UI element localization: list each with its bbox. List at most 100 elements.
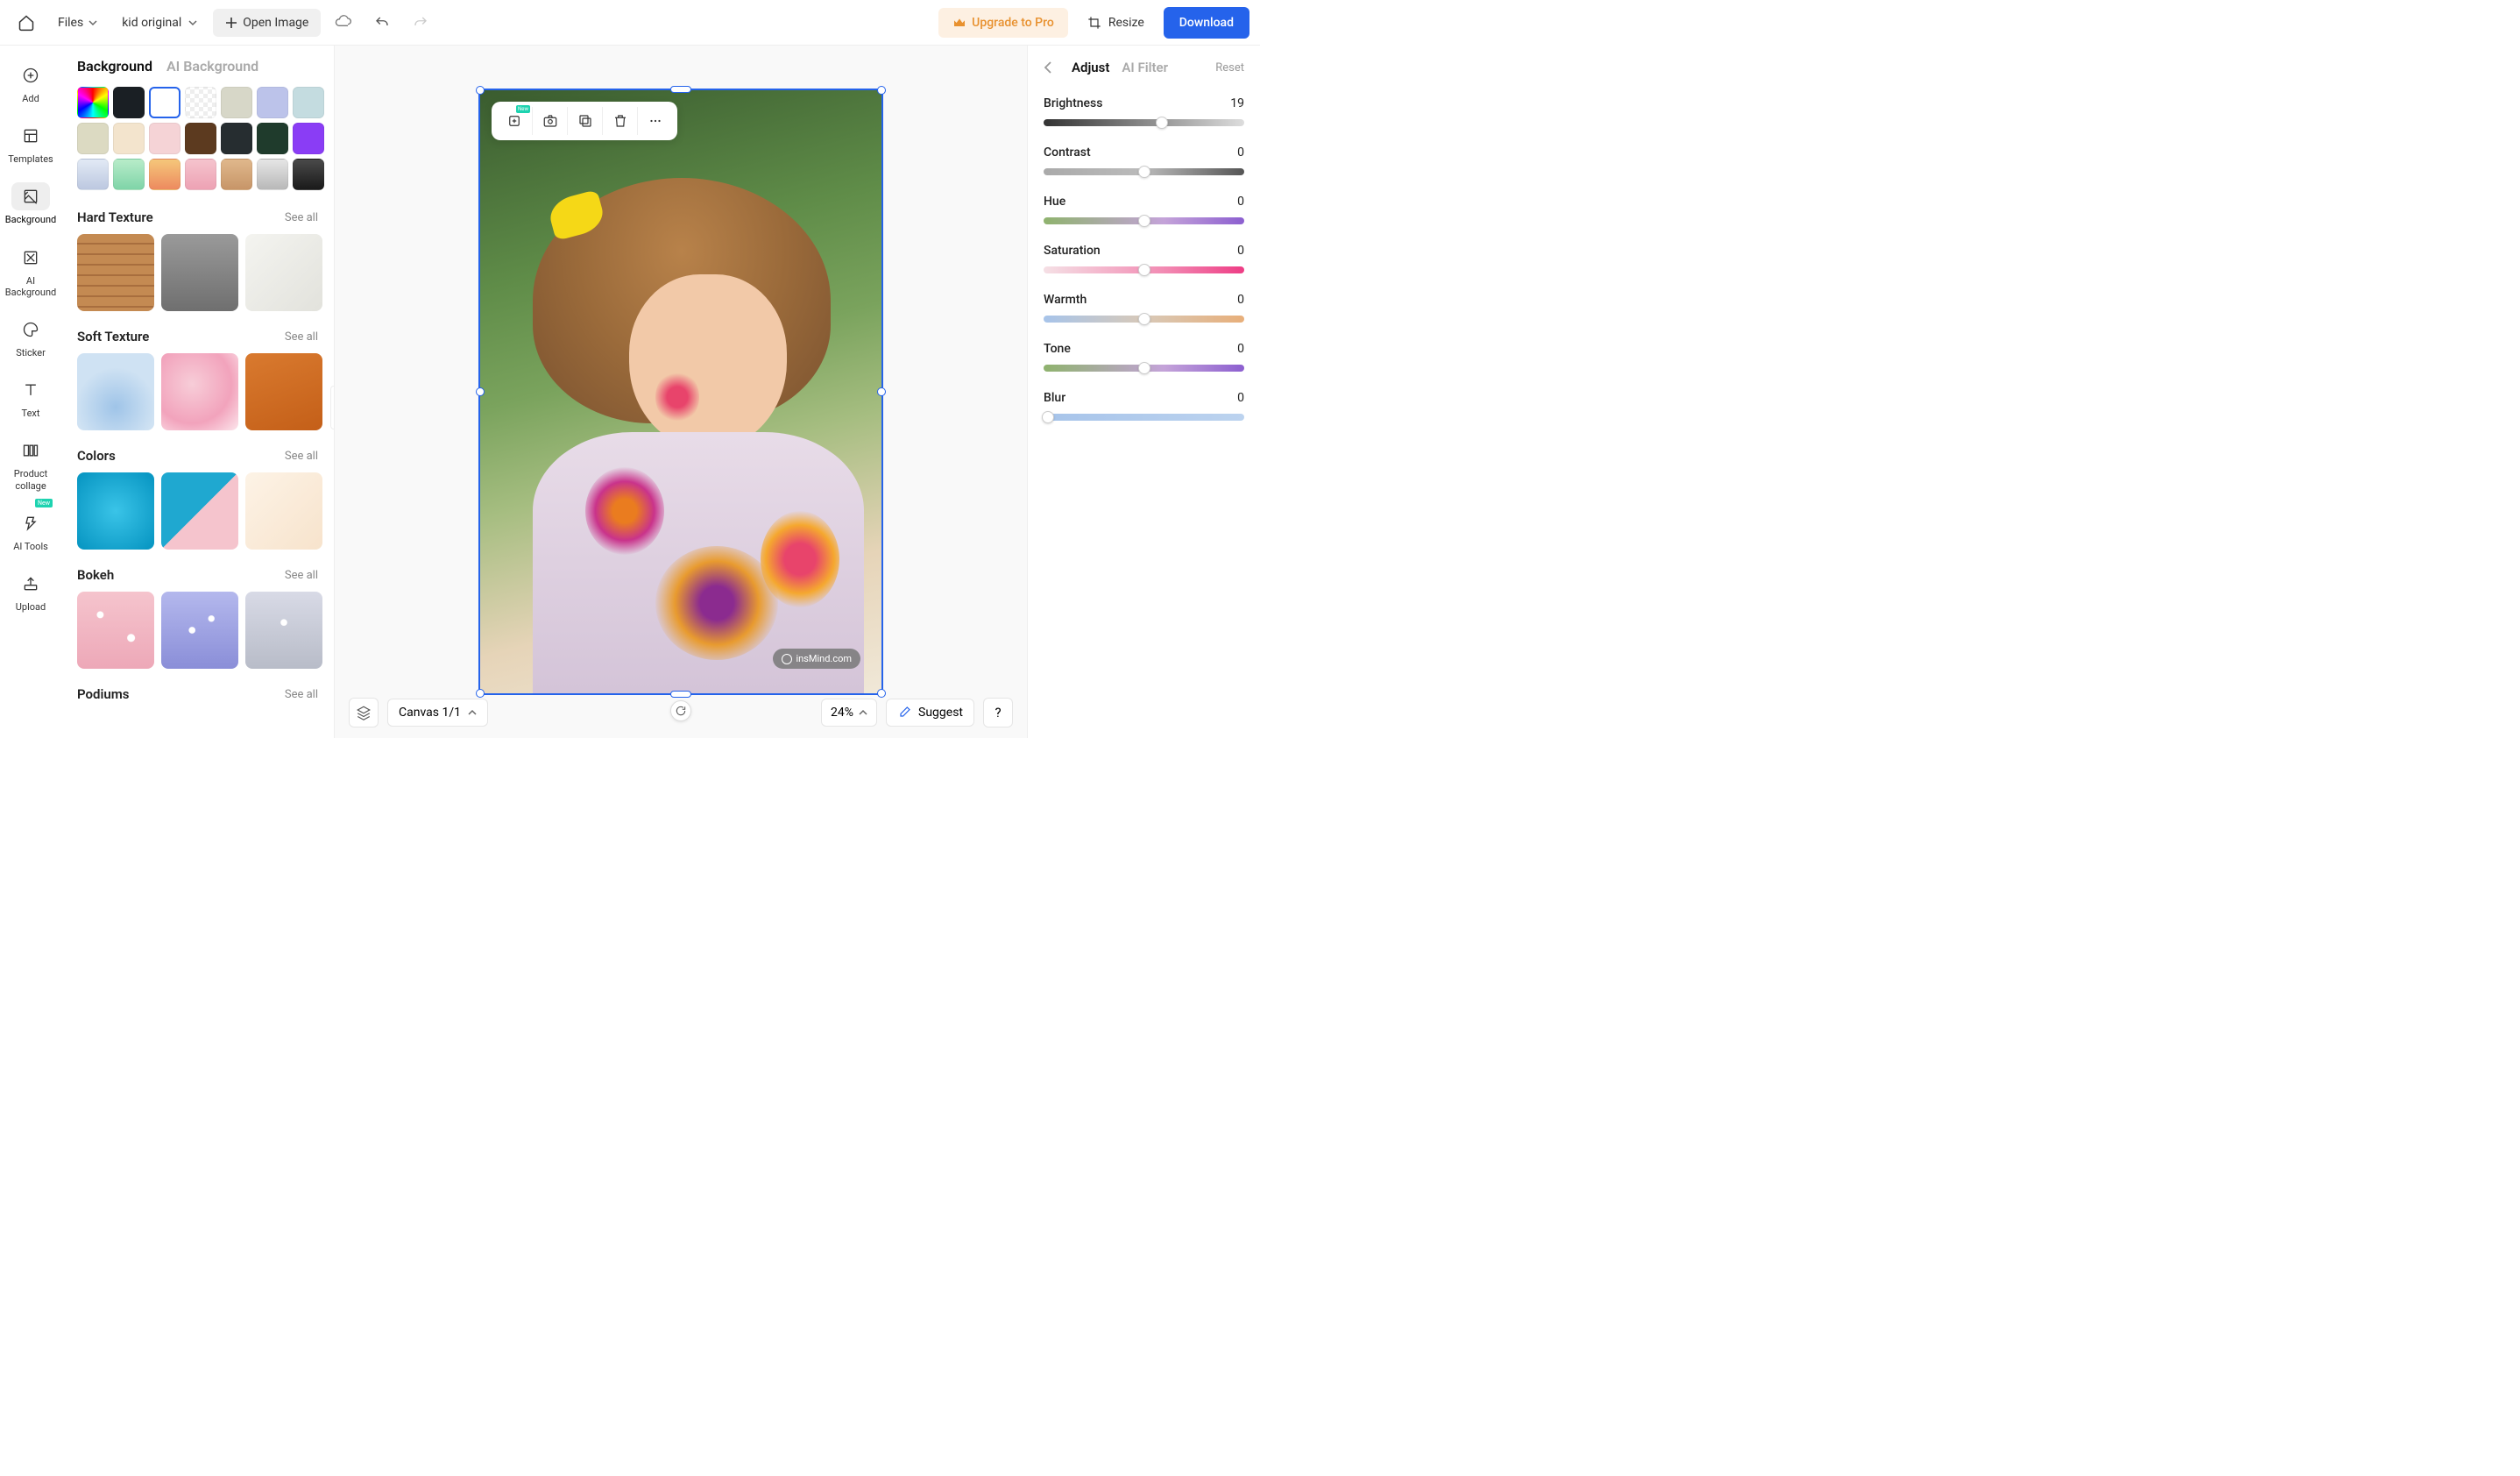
upgrade-button[interactable]: Upgrade to Pro xyxy=(938,8,1068,38)
texture-thumb[interactable] xyxy=(245,592,322,669)
color-swatch-14[interactable] xyxy=(77,159,109,190)
slider-thumb[interactable] xyxy=(1156,117,1168,129)
resize-handle-tl[interactable] xyxy=(476,86,485,95)
texture-thumb[interactable] xyxy=(161,472,238,550)
see-all-link[interactable]: See all xyxy=(285,450,318,463)
resize-handle-tr[interactable] xyxy=(877,86,886,95)
see-all-link[interactable]: See all xyxy=(285,330,318,344)
slider-track[interactable] xyxy=(1044,365,1244,372)
texture-thumb[interactable] xyxy=(77,472,154,550)
tab-adjust[interactable]: Adjust xyxy=(1072,60,1109,75)
color-swatch-18[interactable] xyxy=(221,159,252,190)
cloud-sync-button[interactable] xyxy=(328,7,359,39)
nav-ai-tools[interactable]: AI Tools xyxy=(4,502,58,559)
slider-track[interactable] xyxy=(1044,168,1244,175)
color-swatch-1[interactable] xyxy=(113,87,145,118)
color-swatch-6[interactable] xyxy=(293,87,324,118)
color-swatch-11[interactable] xyxy=(221,123,252,154)
slider-thumb[interactable] xyxy=(1138,215,1150,227)
color-swatch-20[interactable] xyxy=(293,159,324,190)
suggest-button[interactable]: Suggest xyxy=(886,699,974,727)
duplicate-button[interactable] xyxy=(567,107,602,135)
slider-thumb[interactable] xyxy=(1138,166,1150,178)
color-swatch-13[interactable] xyxy=(293,123,324,154)
slider-track[interactable] xyxy=(1044,266,1244,273)
color-swatch-12[interactable] xyxy=(257,123,288,154)
texture-thumb[interactable] xyxy=(245,234,322,311)
color-swatch-17[interactable] xyxy=(185,159,216,190)
color-swatch-19[interactable] xyxy=(257,159,288,190)
reset-button[interactable]: Reset xyxy=(1215,61,1244,75)
texture-thumb[interactable] xyxy=(161,234,238,311)
slider-track[interactable] xyxy=(1044,414,1244,421)
download-button[interactable]: Download xyxy=(1164,7,1249,39)
filename-dropdown[interactable]: kid original xyxy=(113,11,206,35)
home-icon xyxy=(18,14,35,32)
color-swatch-16[interactable] xyxy=(149,159,181,190)
color-swatch-2[interactable] xyxy=(149,87,181,118)
nav-add[interactable]: Add xyxy=(4,54,58,111)
nav-text[interactable]: Text xyxy=(4,369,58,426)
nav-background[interactable]: Background xyxy=(4,175,58,232)
slider-thumb[interactable] xyxy=(1138,362,1150,374)
nav-templates[interactable]: Templates xyxy=(4,115,58,172)
slider-label: Contrast xyxy=(1044,145,1091,160)
slider-thumb[interactable] xyxy=(1042,411,1054,423)
texture-thumb[interactable] xyxy=(77,353,154,430)
tab-ai-filter[interactable]: AI Filter xyxy=(1122,60,1168,75)
color-swatch-5[interactable] xyxy=(257,87,288,118)
nav-sticker[interactable]: Sticker xyxy=(4,309,58,365)
texture-thumb[interactable] xyxy=(161,353,238,430)
resize-handle-bm[interactable] xyxy=(670,691,691,698)
delete-button[interactable] xyxy=(602,107,637,135)
open-image-button[interactable]: Open Image xyxy=(213,9,321,37)
resize-handle-tm[interactable] xyxy=(670,86,691,93)
resize-handle-ml[interactable] xyxy=(476,387,485,396)
color-swatch-0[interactable] xyxy=(77,87,109,118)
slider-thumb[interactable] xyxy=(1138,264,1150,276)
camera-button[interactable] xyxy=(532,107,567,135)
nav-upload[interactable]: Upload xyxy=(4,563,58,620)
color-swatch-8[interactable] xyxy=(113,123,145,154)
texture-thumb[interactable] xyxy=(245,472,322,550)
canvas-area[interactable]: insMind.com New Canvas 1/1 xyxy=(335,46,1027,738)
slider-track[interactable] xyxy=(1044,119,1244,126)
nav-ai-background[interactable]: AI Background xyxy=(4,237,58,305)
layers-button[interactable] xyxy=(349,698,379,727)
files-dropdown[interactable]: Files xyxy=(49,11,106,35)
texture-thumb[interactable] xyxy=(245,353,322,430)
home-button[interactable] xyxy=(11,7,42,39)
slider-track[interactable] xyxy=(1044,217,1244,224)
zoom-dropdown[interactable]: 24% xyxy=(821,699,877,727)
see-all-link[interactable]: See all xyxy=(285,211,318,224)
back-button[interactable] xyxy=(1044,61,1059,74)
color-swatch-15[interactable] xyxy=(113,159,145,190)
texture-thumb[interactable] xyxy=(161,592,238,669)
slider-thumb[interactable] xyxy=(1138,313,1150,325)
tab-background[interactable]: Background xyxy=(77,58,152,75)
nav-product-collage[interactable]: Product collage xyxy=(4,429,58,498)
canvas-selector[interactable]: Canvas 1/1 xyxy=(387,699,488,727)
color-swatch-9[interactable] xyxy=(149,123,181,154)
edit-icon xyxy=(897,706,911,720)
tab-ai-background[interactable]: AI Background xyxy=(166,58,258,75)
texture-thumb[interactable] xyxy=(77,592,154,669)
resize-handle-br[interactable] xyxy=(877,689,886,698)
more-button[interactable] xyxy=(637,107,672,135)
see-all-link[interactable]: See all xyxy=(285,569,318,582)
color-swatch-7[interactable] xyxy=(77,123,109,154)
color-swatch-3[interactable] xyxy=(185,87,216,118)
color-swatch-10[interactable] xyxy=(185,123,216,154)
texture-thumb[interactable] xyxy=(77,234,154,311)
see-all-link[interactable]: See all xyxy=(285,688,318,701)
color-swatch-4[interactable] xyxy=(221,87,252,118)
resize-handle-bl[interactable] xyxy=(476,689,485,698)
ai-enhance-button[interactable]: New xyxy=(497,107,532,135)
resize-button[interactable]: Resize xyxy=(1075,8,1157,38)
slider-track[interactable] xyxy=(1044,316,1244,323)
help-button[interactable]: ? xyxy=(983,698,1013,727)
undo-button[interactable] xyxy=(366,7,398,39)
resize-handle-mr[interactable] xyxy=(877,387,886,396)
redo-button[interactable] xyxy=(405,7,436,39)
canvas-selection[interactable]: insMind.com New xyxy=(478,89,883,695)
